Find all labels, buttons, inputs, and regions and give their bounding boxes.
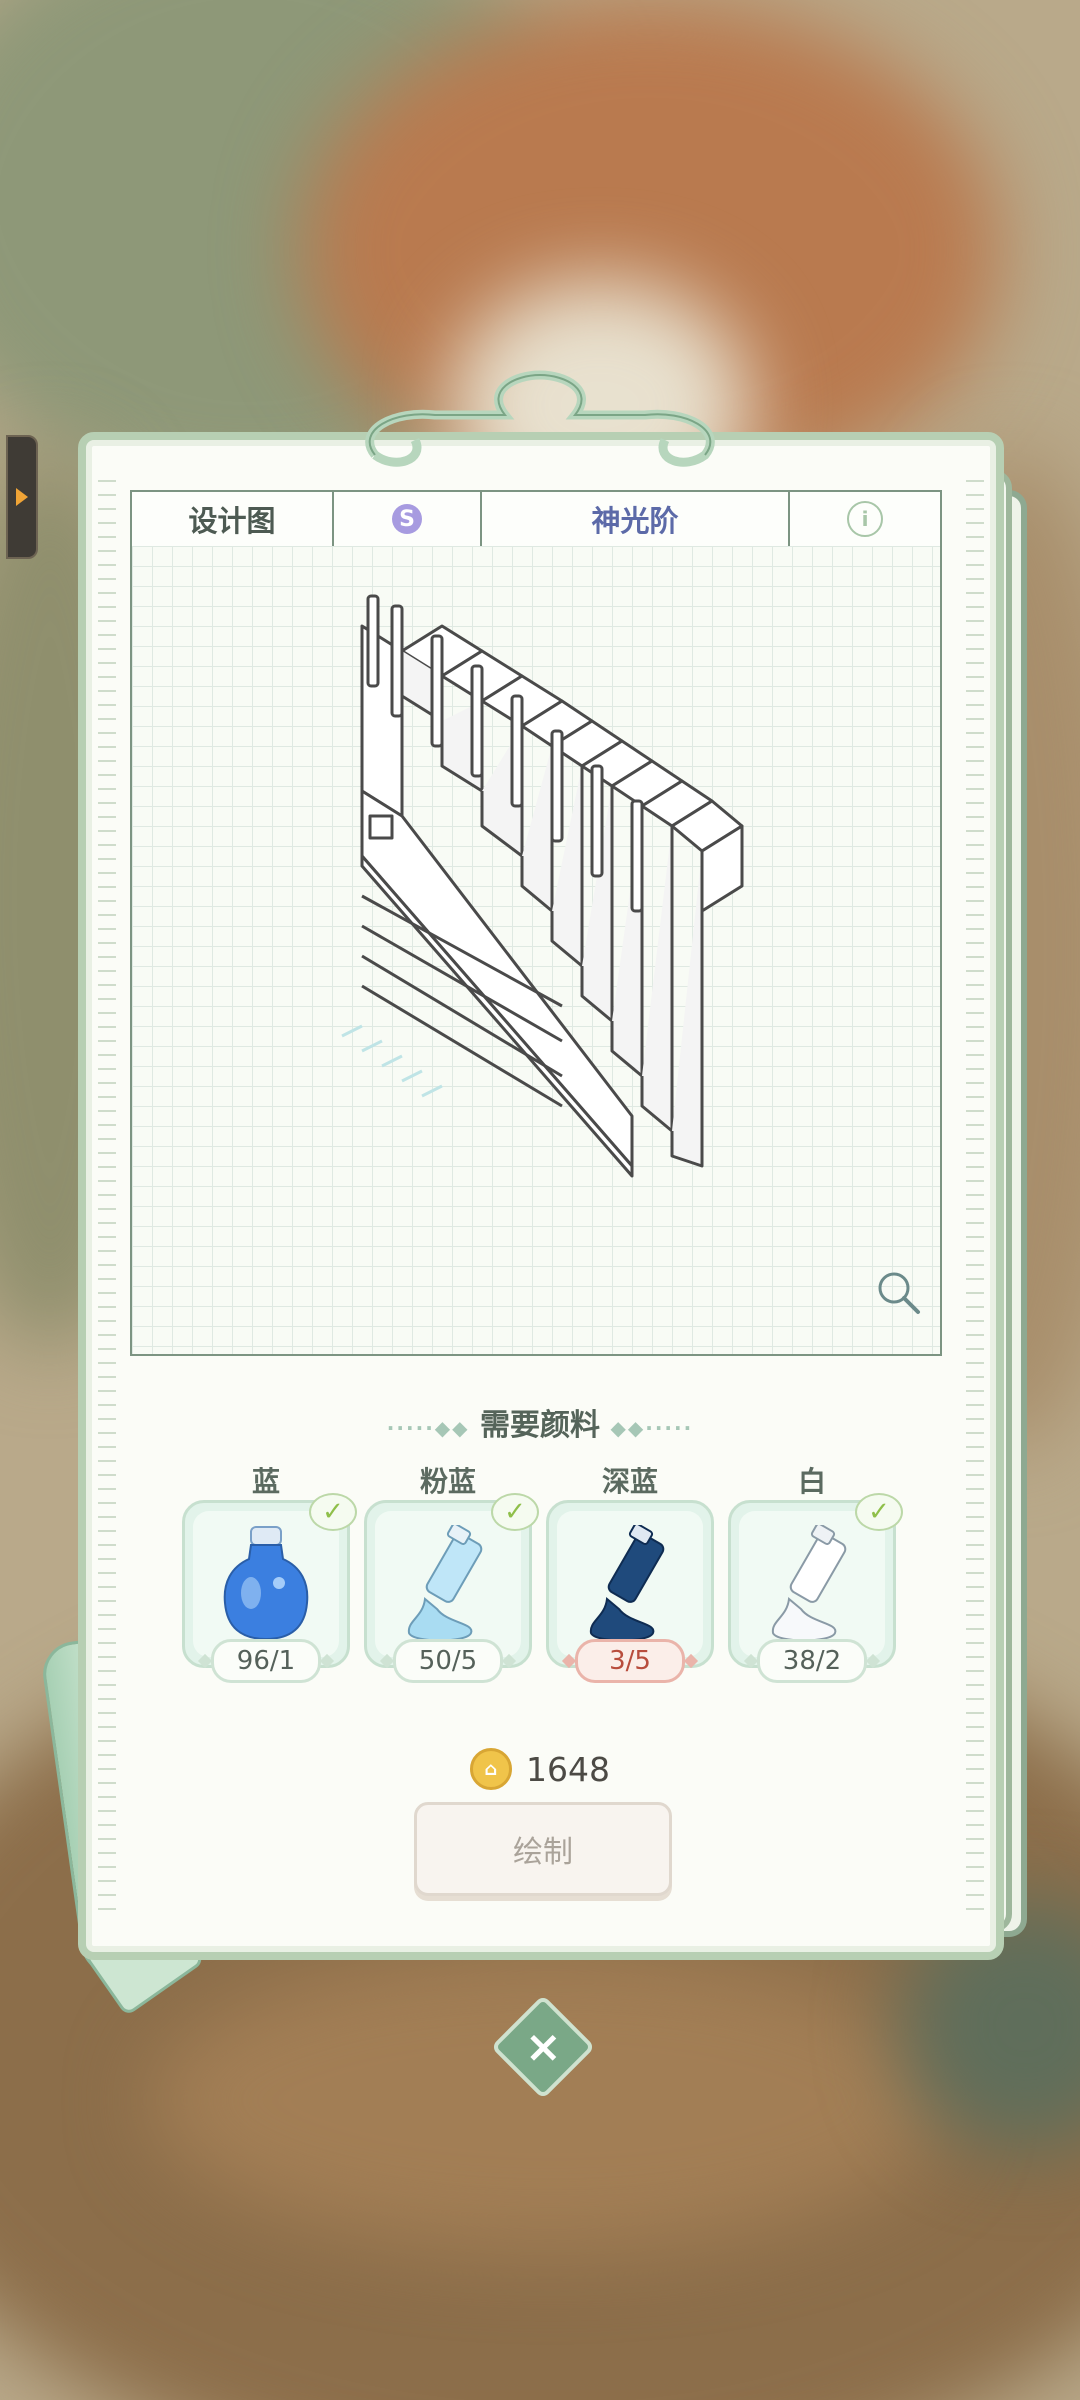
enough-check-icon: ✓	[309, 1493, 357, 1531]
required-pigments-title: ·····◆◆ 需要颜料 ◆◆·····	[0, 1400, 1080, 1444]
pigment-white[interactable]: 白 ✓ 38/2	[726, 1460, 903, 1683]
ruler-right	[966, 480, 984, 1922]
pigment-blue[interactable]: 蓝 ✓ 96/1	[180, 1460, 357, 1683]
enough-check-icon: ✓	[855, 1493, 903, 1531]
white-paint-tube-icon	[771, 1525, 847, 1642]
section-title-text: 需要颜料	[480, 1408, 600, 1443]
draw-button[interactable]: 绘制	[414, 1802, 672, 1896]
pigment-light-blue[interactable]: 粉蓝 ✓ 50/5	[362, 1460, 539, 1683]
pigment-list: 蓝 ✓ 96/1 粉蓝 ✓ 50/5 深蓝 3/5 白 ✓ 38/2	[180, 1460, 903, 1700]
grade-s-badge: S	[392, 504, 422, 534]
pigment-count: 50/5	[393, 1639, 503, 1683]
enough-check-icon: ✓	[491, 1493, 539, 1531]
pigment-name: 深蓝	[601, 1465, 658, 1498]
pigment-slot[interactable]: ✓ 50/5	[364, 1493, 539, 1683]
pigment-count: 96/1	[211, 1639, 321, 1683]
title-decoration-left: ·····◆◆	[386, 1416, 470, 1440]
blueprint-canvas	[130, 546, 942, 1356]
info-cell[interactable]: i	[790, 492, 940, 546]
draw-cost: ⌂ 1648	[0, 1748, 1080, 1790]
pigment-dark-blue[interactable]: 深蓝 3/5	[544, 1460, 716, 1683]
pigment-slot[interactable]: ✓ 96/1	[182, 1493, 357, 1683]
light-blue-paint-tube-icon	[407, 1525, 483, 1642]
blueprint-header: 设计图 S 神光阶 i	[130, 490, 942, 548]
expand-arrow-icon	[16, 488, 28, 506]
item-name: 神光阶	[482, 492, 790, 546]
side-expand-tab[interactable]	[6, 435, 38, 559]
card-hanger-ornament	[365, 370, 715, 467]
title-decoration-right: ◆◆·····	[610, 1416, 694, 1440]
dark-blue-paint-tube-icon	[589, 1525, 665, 1642]
cost-value: 1648	[526, 1749, 610, 1789]
info-icon[interactable]: i	[847, 501, 883, 537]
pigment-slot[interactable]: 3/5	[546, 1500, 714, 1683]
zoom-magnifier-icon[interactable]	[874, 1268, 922, 1316]
grade-cell: S	[334, 492, 482, 546]
pigment-count: 38/2	[757, 1639, 867, 1683]
ruler-left	[98, 480, 116, 1922]
staircase-blueprint-image	[341, 594, 744, 1178]
close-icon: ×	[524, 2021, 562, 2072]
design-tab[interactable]: 设计图	[132, 492, 334, 546]
pigment-slot[interactable]: ✓ 38/2	[728, 1493, 903, 1683]
coin-icon: ⌂	[470, 1748, 512, 1790]
blue-ink-bottle-icon	[223, 1526, 309, 1641]
pigment-count-insufficient: 3/5	[575, 1639, 685, 1683]
